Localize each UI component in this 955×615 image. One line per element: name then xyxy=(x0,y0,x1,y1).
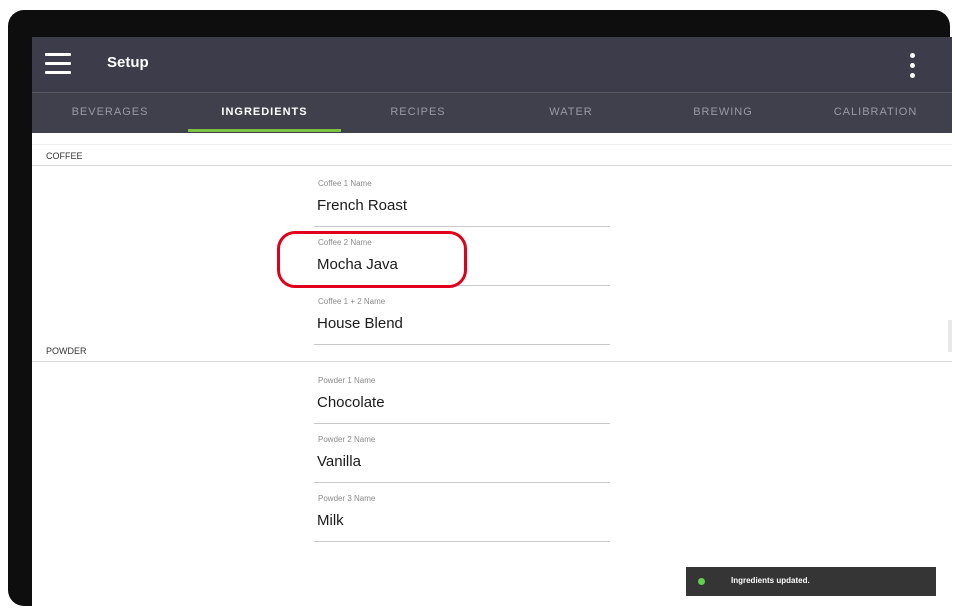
powder-3-name-field[interactable]: Powder 3 Name Milk xyxy=(314,485,610,542)
coffee-1-name-field[interactable]: Coffee 1 Name French Roast xyxy=(314,170,610,227)
active-tab-indicator xyxy=(188,129,341,132)
field-label: Powder 2 Name xyxy=(318,435,376,444)
screen: Setup BEVERAGES INGREDIENTS RECIPES WATE… xyxy=(32,37,952,610)
app-title: Setup xyxy=(107,54,149,71)
highlight-annotation xyxy=(277,231,467,288)
field-label: Coffee 1 Name xyxy=(318,179,372,188)
field-value[interactable]: Chocolate xyxy=(317,394,385,411)
powder-1-name-field[interactable]: Powder 1 Name Chocolate xyxy=(314,367,610,424)
toast-notification: Ingredients updated. xyxy=(686,567,936,596)
section-header-powder: POWDER xyxy=(32,340,952,362)
toast-message: Ingredients updated. xyxy=(731,576,810,585)
field-label: Powder 3 Name xyxy=(318,494,376,503)
tab-recipes[interactable]: RECIPES xyxy=(341,93,495,133)
hamburger-icon[interactable] xyxy=(45,53,71,75)
field-value[interactable]: Milk xyxy=(317,512,344,529)
tab-brewing[interactable]: BREWING xyxy=(647,93,799,133)
field-value[interactable]: Vanilla xyxy=(317,453,361,470)
tab-ingredients[interactable]: INGREDIENTS xyxy=(188,93,341,133)
tab-water[interactable]: WATER xyxy=(495,93,647,133)
tab-calibration[interactable]: CALIBRATION xyxy=(799,93,952,133)
tablet-frame: Setup BEVERAGES INGREDIENTS RECIPES WATE… xyxy=(8,10,952,610)
app-bar: Setup xyxy=(32,37,952,92)
section-header-coffee: COFFEE xyxy=(32,144,952,166)
more-vertical-icon[interactable] xyxy=(907,53,917,79)
tab-bar: BEVERAGES INGREDIENTS RECIPES WATER BREW… xyxy=(32,92,952,133)
status-dot-icon xyxy=(698,578,705,585)
field-label: Powder 1 Name xyxy=(318,376,376,385)
powder-2-name-field[interactable]: Powder 2 Name Vanilla xyxy=(314,426,610,483)
tab-beverages[interactable]: BEVERAGES xyxy=(32,93,188,133)
field-value[interactable]: House Blend xyxy=(317,315,403,332)
scrollbar[interactable] xyxy=(948,320,952,352)
field-value[interactable]: French Roast xyxy=(317,197,407,214)
coffee-1-2-name-field[interactable]: Coffee 1 + 2 Name House Blend xyxy=(314,288,610,345)
field-label: Coffee 1 + 2 Name xyxy=(318,297,386,306)
